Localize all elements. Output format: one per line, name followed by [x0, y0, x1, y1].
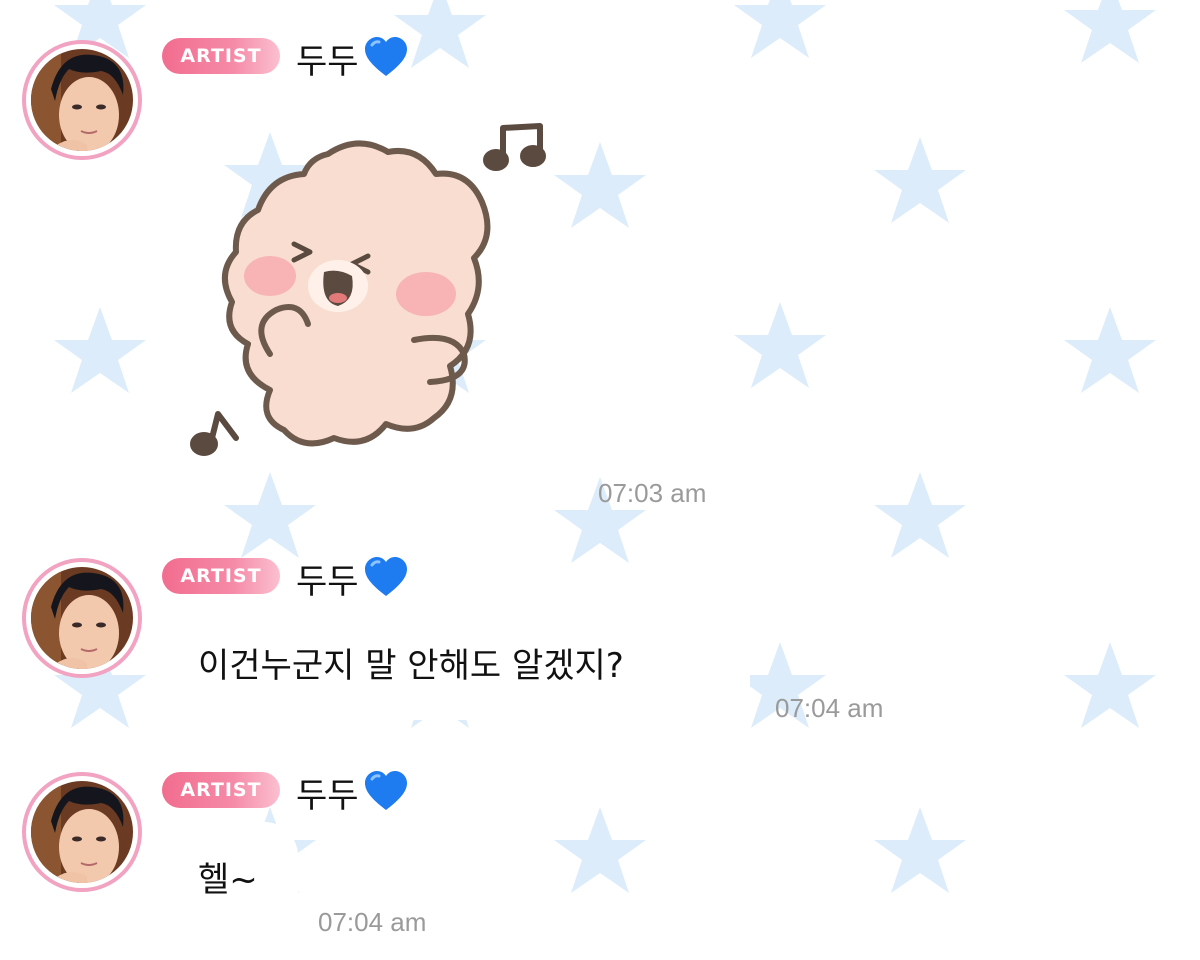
artist-badge: ARTIST — [162, 38, 280, 74]
artist-portrait-icon — [31, 49, 133, 151]
sender-name-text: 두두 — [296, 561, 359, 602]
artist-portrait-icon — [31, 567, 133, 669]
chat-thread: ARTIST 두두 07:03 am ARTIST 두두 이건누군지 말 안해도… — [0, 0, 1200, 960]
sender-name: 두두 — [296, 36, 409, 87]
dancing-blob-sticker[interactable] — [178, 118, 558, 468]
blue-heart-icon — [363, 770, 409, 821]
music-note-icon — [483, 123, 546, 171]
sender-name-text: 두두 — [296, 775, 359, 816]
message-bubble[interactable]: 이건누군지 말 안해도 알겠지? — [160, 608, 750, 720]
avatar[interactable] — [22, 40, 142, 160]
avatar[interactable] — [22, 772, 142, 892]
message-timestamp: 07:03 am — [598, 478, 707, 508]
music-note-icon — [190, 411, 239, 456]
blue-heart-icon — [363, 556, 409, 607]
message-bubble[interactable]: 헬~ — [160, 822, 298, 934]
blue-heart-icon — [363, 36, 409, 87]
message-timestamp: 07:04 am — [775, 693, 884, 723]
sender-name: 두두 — [296, 770, 409, 821]
message-text: 이건누군지 말 안해도 알겠지? — [198, 646, 624, 686]
sender-name-text: 두두 — [296, 41, 359, 82]
sender-name: 두두 — [296, 556, 409, 607]
message-text: 헬~ — [198, 860, 258, 900]
avatar[interactable] — [22, 558, 142, 678]
artist-badge: ARTIST — [162, 558, 280, 594]
message-timestamp: 07:04 am — [318, 907, 427, 937]
artist-badge: ARTIST — [162, 772, 280, 808]
artist-portrait-icon — [31, 781, 133, 883]
